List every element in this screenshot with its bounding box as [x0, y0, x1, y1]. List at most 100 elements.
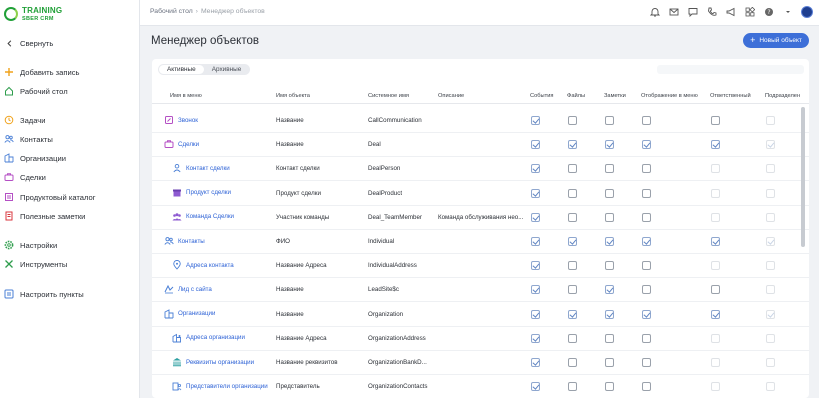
flag-checkbox[interactable]: [531, 140, 540, 150]
flag-checkbox[interactable]: [711, 285, 720, 295]
flag-checkbox[interactable]: [642, 116, 651, 125]
flag-checkbox[interactable]: [766, 285, 775, 295]
tab-archived[interactable]: Архивные: [204, 65, 250, 74]
flag-checkbox[interactable]: [766, 140, 775, 150]
flag-checkbox[interactable]: [642, 382, 651, 392]
flag-checkbox[interactable]: [568, 309, 577, 319]
flag-checkbox[interactable]: [605, 285, 614, 295]
table-row[interactable]: Команда Сделки Участник команды Deal_TeamM…: [152, 206, 809, 230]
flag-checkbox[interactable]: [766, 309, 775, 319]
megaphone-icon[interactable]: [725, 7, 736, 18]
flag-checkbox[interactable]: [531, 285, 540, 295]
flag-checkbox[interactable]: [642, 285, 651, 295]
column-header[interactable]: Подразделен: [765, 93, 800, 99]
flag-checkbox[interactable]: [766, 358, 775, 367]
flag-checkbox[interactable]: [642, 358, 651, 367]
avatar[interactable]: [801, 6, 813, 18]
sidebar-item-10[interactable]: Настройки: [0, 237, 140, 253]
new-object-button[interactable]: + Новый объект: [743, 33, 809, 48]
flag-checkbox[interactable]: [711, 164, 720, 174]
flag-checkbox[interactable]: [531, 333, 540, 343]
flag-checkbox[interactable]: [568, 164, 577, 174]
menu-name-link[interactable]: Команда Сделки: [172, 212, 234, 222]
flag-checkbox[interactable]: [605, 382, 614, 392]
flag-checkbox[interactable]: [642, 212, 651, 222]
flag-checkbox[interactable]: [766, 116, 775, 125]
table-row[interactable]: Организации Название Organization: [152, 303, 809, 327]
column-header[interactable]: Ответственный: [710, 93, 751, 99]
sidebar-item-7[interactable]: Сделки: [0, 169, 140, 185]
flag-checkbox[interactable]: [531, 237, 540, 246]
flag-checkbox[interactable]: [531, 164, 540, 174]
column-header[interactable]: Заметки: [604, 93, 626, 99]
flag-checkbox[interactable]: [568, 358, 577, 367]
sidebar-item-9[interactable]: Полезные заметки: [0, 208, 140, 224]
flag-checkbox[interactable]: [605, 140, 614, 150]
flag-checkbox[interactable]: [531, 261, 540, 271]
mail-icon[interactable]: [668, 7, 679, 18]
flag-checkbox[interactable]: [642, 333, 651, 343]
sidebar-item-3[interactable]: Рабочий стол: [0, 83, 140, 99]
flag-checkbox[interactable]: [711, 116, 720, 125]
scrollbar[interactable]: [801, 107, 805, 247]
flag-checkbox[interactable]: [766, 188, 775, 198]
menu-name-link[interactable]: Продукт сделки: [172, 188, 231, 198]
chat-icon[interactable]: [687, 7, 698, 18]
table-row[interactable]: Продукт сделки Продукт сделки DealProduct: [152, 182, 809, 206]
flag-checkbox[interactable]: [605, 164, 614, 174]
flag-checkbox[interactable]: [711, 309, 720, 319]
table-row[interactable]: Адреса контакта Название Адреса Individual…: [152, 254, 809, 279]
help-icon[interactable]: ?: [763, 7, 774, 18]
table-row[interactable]: Представители организации Представитель Or…: [152, 375, 809, 398]
flag-checkbox[interactable]: [711, 382, 720, 392]
flag-checkbox[interactable]: [711, 261, 720, 271]
sidebar-item-1[interactable]: Свернуть: [0, 35, 140, 51]
table-row[interactable]: Контакт сделки Контакт сделки DealPerson: [152, 157, 809, 182]
sidebar-item-11[interactable]: Инструменты: [0, 256, 140, 272]
flag-checkbox[interactable]: [568, 140, 577, 150]
flag-checkbox[interactable]: [605, 333, 614, 343]
flag-checkbox[interactable]: [605, 212, 614, 222]
sidebar-item-4[interactable]: Задачи: [0, 112, 140, 128]
column-header[interactable]: Имя в меню: [170, 93, 202, 99]
flag-checkbox[interactable]: [605, 188, 614, 198]
flag-checkbox[interactable]: [605, 309, 614, 319]
flag-checkbox[interactable]: [766, 382, 775, 392]
flag-checkbox[interactable]: [766, 212, 775, 222]
column-header[interactable]: Описание: [438, 93, 464, 99]
menu-name-link[interactable]: Контакты: [164, 236, 205, 246]
flag-checkbox[interactable]: [711, 188, 720, 198]
column-header[interactable]: Файлы: [567, 93, 585, 99]
menu-name-link[interactable]: Контакт сделки: [172, 163, 230, 173]
flag-checkbox[interactable]: [531, 188, 540, 198]
table-row[interactable]: Сделки Название Deal: [152, 133, 809, 158]
flag-checkbox[interactable]: [642, 164, 651, 174]
menu-name-link[interactable]: Адреса контакта: [172, 260, 234, 270]
flag-checkbox[interactable]: [605, 261, 614, 271]
menu-name-link[interactable]: Реквизиты организации: [172, 357, 254, 367]
flag-checkbox[interactable]: [711, 358, 720, 367]
menu-name-link[interactable]: Организации: [164, 308, 215, 319]
flag-checkbox[interactable]: [711, 140, 720, 150]
apps-icon[interactable]: [744, 7, 755, 18]
bell-icon[interactable]: [649, 7, 660, 18]
flag-checkbox[interactable]: [605, 116, 614, 125]
column-header[interactable]: Отображение в меню: [641, 93, 698, 99]
flag-checkbox[interactable]: [766, 261, 775, 271]
flag-checkbox[interactable]: [766, 333, 775, 343]
flag-checkbox[interactable]: [766, 237, 775, 246]
sidebar-item-2[interactable]: Добавить запись: [0, 64, 140, 80]
breadcrumb-item-desktop[interactable]: Рабочий стол: [150, 8, 193, 15]
flag-checkbox[interactable]: [531, 212, 540, 222]
flag-checkbox[interactable]: [642, 309, 651, 319]
flag-checkbox[interactable]: [568, 237, 577, 246]
flag-checkbox[interactable]: [568, 333, 577, 343]
flag-checkbox[interactable]: [766, 164, 775, 174]
flag-checkbox[interactable]: [531, 382, 540, 392]
phone-icon[interactable]: [706, 7, 717, 18]
flag-checkbox[interactable]: [642, 261, 651, 271]
flag-checkbox[interactable]: [711, 212, 720, 222]
flag-checkbox[interactable]: [605, 358, 614, 367]
flag-checkbox[interactable]: [531, 358, 540, 367]
table-row[interactable]: Реквизиты организации Название реквизитов…: [152, 351, 809, 375]
